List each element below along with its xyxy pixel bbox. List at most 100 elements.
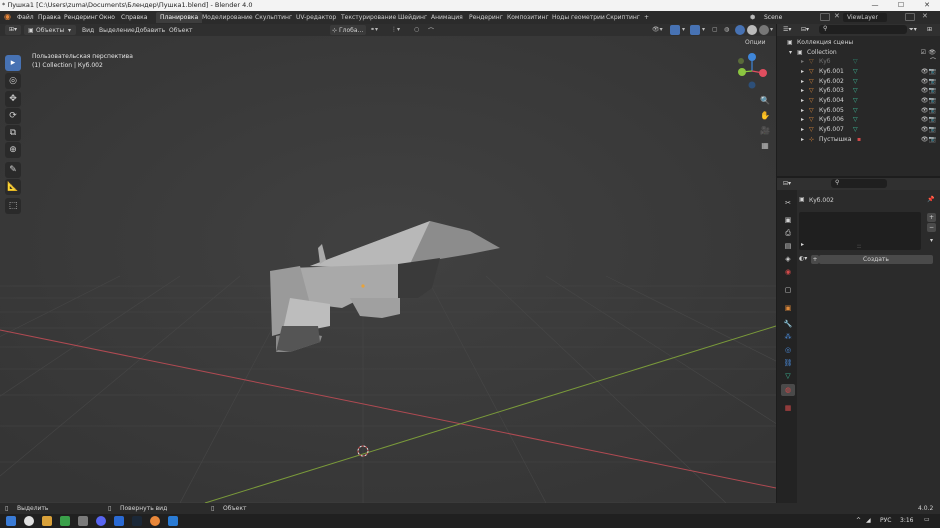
collection-tab-icon[interactable]: ▢ bbox=[781, 284, 795, 296]
viewlayer-selector[interactable]: ViewLayer bbox=[843, 13, 887, 22]
overlays-toggle-icon[interactable] bbox=[690, 25, 700, 35]
eye-icon[interactable]: 👁📷 bbox=[921, 135, 936, 145]
tab-compositing[interactable]: Композитинг bbox=[503, 12, 553, 23]
app-icon[interactable] bbox=[114, 516, 124, 526]
filter-icon[interactable]: ⏷▾ bbox=[909, 26, 917, 34]
app-icon[interactable] bbox=[60, 516, 70, 526]
language-indicator[interactable]: РУС bbox=[880, 517, 891, 524]
start-icon[interactable] bbox=[6, 516, 16, 526]
xray-icon[interactable]: ▢ bbox=[712, 26, 718, 33]
display-mode-icon[interactable]: ⊟▾ bbox=[801, 26, 809, 33]
outliner-item-cube004[interactable]: ▸ ▽ Куб.004 ▽ 👁📷 bbox=[777, 96, 940, 106]
tab-geometry-nodes[interactable]: Ноды геометрии bbox=[548, 12, 609, 23]
list-resize-handle[interactable]: :: bbox=[857, 243, 861, 250]
pivot-icon[interactable]: ⚭▾ bbox=[370, 26, 378, 33]
editor-type-icon[interactable]: ⊞▾ bbox=[5, 25, 21, 35]
scene-tab-icon[interactable]: ◈ bbox=[781, 253, 795, 265]
chevron-right-icon[interactable]: ▸ bbox=[801, 57, 804, 67]
tab-texture-paint[interactable]: Текстурирование bbox=[337, 12, 400, 23]
menu-edit[interactable]: Правка bbox=[38, 14, 61, 21]
close-button[interactable]: ✕ bbox=[914, 0, 940, 11]
material-browse-icon[interactable]: ◐▾ bbox=[799, 255, 807, 262]
tray-expand-icon[interactable]: ^ bbox=[856, 517, 861, 524]
outliner-item-cube[interactable]: ▸ ▽ Куб ▽ ⌒ bbox=[777, 57, 940, 67]
render-tab-icon[interactable]: ▣ bbox=[781, 214, 795, 226]
tab-layout[interactable]: Планировка bbox=[156, 12, 203, 23]
chevron-down-icon[interactable]: ▾ bbox=[682, 26, 685, 33]
chevron-down-icon[interactable]: ▾ bbox=[702, 26, 705, 33]
new-collection-icon[interactable]: ⊞ bbox=[927, 26, 932, 33]
snap-icon[interactable]: ⋮▾ bbox=[391, 26, 400, 33]
tab-sculpting[interactable]: Скульптинг bbox=[251, 12, 296, 23]
editor-type-icon[interactable]: ⊟▾ bbox=[783, 180, 791, 187]
data-tab-icon[interactable]: ▽ bbox=[781, 370, 795, 382]
eye-icon[interactable]: 👁📷 bbox=[921, 96, 936, 106]
menu-add[interactable]: Добавить bbox=[135, 27, 165, 34]
tool-tab-icon[interactable]: ✂ bbox=[781, 197, 795, 209]
volume-icon[interactable]: ◢ bbox=[866, 517, 871, 524]
world-tab-icon[interactable]: ◉ bbox=[781, 266, 795, 278]
chevron-right-icon[interactable]: ▸ bbox=[801, 96, 804, 106]
add-slot-icon[interactable]: + bbox=[927, 213, 936, 222]
cursor-tool[interactable]: ◎ bbox=[5, 73, 21, 89]
chevron-right-icon[interactable]: ▸ bbox=[801, 125, 804, 135]
falloff-icon[interactable]: ⌒ bbox=[428, 26, 434, 35]
menu-view[interactable]: Вид bbox=[82, 27, 94, 34]
outliner-scene-collection[interactable]: ▣ Коллекция сцены bbox=[777, 38, 940, 48]
menu-window[interactable]: Окно bbox=[99, 14, 115, 21]
new-viewlayer-icon[interactable] bbox=[905, 13, 915, 21]
tab-shading[interactable]: Шейдинг bbox=[394, 12, 431, 23]
select-box-tool[interactable]: ▸ bbox=[5, 55, 21, 71]
pin-icon[interactable]: 📌 bbox=[927, 196, 934, 203]
rendered-shading-icon[interactable] bbox=[759, 25, 769, 35]
blender-logo-icon[interactable]: ◉ bbox=[4, 12, 11, 21]
output-tab-icon[interactable]: ⎙ bbox=[781, 227, 795, 239]
menu-select[interactable]: Выделение bbox=[99, 27, 135, 34]
menu-object[interactable]: Объект bbox=[169, 27, 192, 34]
constraints-tab-icon[interactable]: ⛓ bbox=[781, 357, 795, 369]
material-tab-icon[interactable]: ◍ bbox=[781, 384, 795, 396]
discord-icon[interactable] bbox=[96, 516, 106, 526]
search-icon[interactable] bbox=[24, 516, 34, 526]
pan-hand-icon[interactable]: ✋ bbox=[758, 109, 772, 123]
delete-viewlayer-icon[interactable]: ✕ bbox=[922, 12, 928, 20]
chevron-right-icon[interactable]: ▸ bbox=[801, 241, 804, 248]
particles-tab-icon[interactable]: ⁂ bbox=[781, 331, 795, 343]
tab-scripting[interactable]: Скриптинг bbox=[602, 12, 644, 23]
material-shading-icon[interactable] bbox=[747, 25, 757, 35]
app-icon[interactable] bbox=[78, 516, 88, 526]
notification-icon[interactable]: ▭ bbox=[924, 516, 930, 523]
tab-rendering[interactable]: Рендеринг bbox=[465, 12, 507, 23]
file-explorer-icon[interactable] bbox=[42, 516, 52, 526]
eye-icon[interactable]: 👁📷 bbox=[921, 125, 936, 135]
eye-icon[interactable]: 👁📷 bbox=[921, 86, 936, 96]
chevron-right-icon[interactable]: ▸ bbox=[801, 115, 804, 125]
eye-icon[interactable]: 👁📷 bbox=[921, 67, 936, 77]
eye-hidden-icon[interactable]: ⌒ bbox=[930, 57, 936, 67]
visibility-icon[interactable]: 👁▾ bbox=[652, 26, 663, 33]
modifiers-tab-icon[interactable]: 🔧 bbox=[781, 318, 795, 330]
gizmo-toggle-icon[interactable] bbox=[670, 25, 680, 35]
add-cube-tool[interactable]: ⬚ bbox=[5, 198, 21, 214]
zoom-icon[interactable]: 🔍 bbox=[758, 94, 772, 108]
object-tab-icon[interactable]: ▣ bbox=[781, 302, 795, 314]
chevron-down-icon[interactable]: ▾ bbox=[770, 26, 773, 33]
menu-file[interactable]: Файл bbox=[17, 14, 34, 21]
scene-selector[interactable]: Scene bbox=[764, 14, 782, 21]
eye-icon[interactable]: 👁📷 bbox=[921, 115, 936, 125]
options-dropdown[interactable]: Опции bbox=[745, 39, 766, 46]
outliner-item-cube007[interactable]: ▸ ▽ Куб.007 ▽ 👁📷 bbox=[777, 125, 940, 135]
chevron-right-icon[interactable]: ▸ bbox=[801, 67, 804, 77]
steam-icon[interactable] bbox=[132, 516, 142, 526]
tab-modeling[interactable]: Моделирование bbox=[198, 12, 257, 23]
wireframe-shading-icon[interactable]: ◍ bbox=[724, 26, 729, 33]
rotate-tool[interactable]: ⟳ bbox=[5, 108, 21, 124]
editor-type-icon[interactable]: ☰▾ bbox=[783, 26, 791, 33]
transform-tool[interactable]: ⊕ bbox=[5, 142, 21, 158]
remove-slot-icon[interactable]: − bbox=[927, 223, 936, 232]
maximize-button[interactable]: ☐ bbox=[888, 0, 914, 11]
delete-scene-icon[interactable]: ✕ bbox=[834, 12, 840, 20]
proportional-edit-icon[interactable]: ○ bbox=[414, 26, 419, 33]
physics-tab-icon[interactable]: ◎ bbox=[781, 344, 795, 356]
tab-animation[interactable]: Анимация bbox=[427, 12, 467, 23]
